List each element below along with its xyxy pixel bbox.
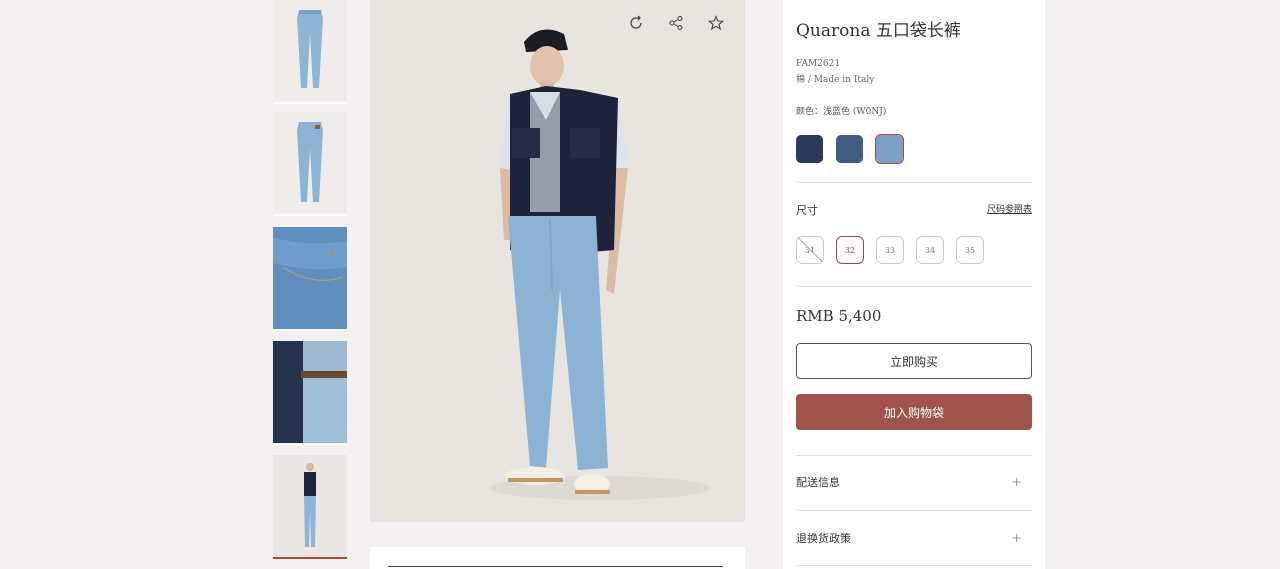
accordion-shipping-info[interactable]: 配送信息 + [796,472,1032,492]
plus-icon: + [1011,474,1022,490]
product-price: RMB 5,400 [796,307,882,325]
size-option-35[interactable]: 35 [956,236,984,264]
share-icon[interactable] [667,14,685,32]
swatch-navy[interactable] [796,135,823,163]
accordion-label: 配送信息 [796,476,840,489]
waist-detail-image [273,341,347,443]
pocket-detail-image [273,227,347,329]
size-guide-link[interactable]: 尺码参照表 [987,202,1032,215]
secondary-card [370,547,745,569]
size-option-32[interactable]: 32 [836,236,864,264]
accordion-return-policy[interactable]: 退换货政策 + [796,528,1032,548]
divider [796,286,1032,287]
jeans-back-image [273,112,347,214]
thumbnail-model-full[interactable] [273,455,347,559]
thumbnail-pocket-detail[interactable] [273,227,347,331]
size-option-34[interactable]: 34 [916,236,944,264]
swatch-mid-blue[interactable] [836,135,863,163]
add-to-bag-button[interactable]: 加入购物袋 [796,394,1032,430]
size-options: 31 32 33 34 35 [796,236,984,264]
rotate-icon[interactable] [627,14,645,32]
product-details-panel: Quarona 五口袋长裤 FAM2621 棉 / Made in Italy … [783,0,1045,569]
star-icon[interactable] [707,14,725,32]
plus-icon: + [1011,530,1022,546]
product-title: Quarona 五口袋长裤 [796,21,961,41]
color-label: 颜色：浅蓝色 (W0NJ) [796,107,887,117]
product-sku: FAM2621 [796,59,841,69]
model-thumbnail-image [273,455,347,557]
image-toolbar [627,14,725,32]
thumbnail-back-jeans[interactable] [273,112,347,216]
product-material: 棉 / Made in Italy [796,75,875,85]
size-option-33[interactable]: 33 [876,236,904,264]
main-product-image[interactable] [370,0,745,522]
divider [796,455,1032,456]
divider [388,566,723,567]
swatch-light-blue[interactable] [875,134,904,164]
divider [796,565,1032,566]
buy-now-button[interactable]: 立即购买 [796,343,1032,379]
product-page: Quarona 五口袋长裤 FAM2621 棉 / Made in Italy … [0,0,1280,569]
jeans-front-image [273,0,347,102]
size-option-31[interactable]: 31 [796,236,824,264]
divider [796,510,1032,511]
thumbnail-waist-detail[interactable] [273,341,347,445]
thumbnail-front-jeans[interactable] [273,0,347,104]
model-photo [370,0,745,522]
accordion-label: 退换货政策 [796,532,851,545]
color-swatches [796,134,904,164]
size-label: 尺寸 [796,204,818,217]
divider [796,182,1032,183]
